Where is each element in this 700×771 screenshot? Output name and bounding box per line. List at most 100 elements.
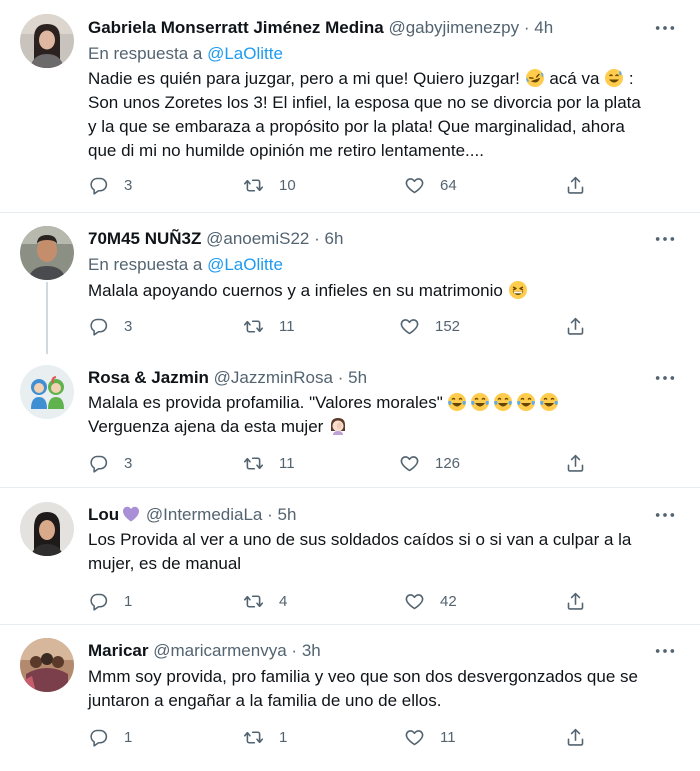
tweet-text: Nadie es quién para juzgar, pero a mi qu… <box>88 67 678 163</box>
retweet-icon <box>243 175 264 196</box>
tweet-text-segment: : <box>624 69 634 88</box>
more-options-button[interactable] <box>652 17 678 39</box>
tears-of-joy-emoji <box>447 392 467 412</box>
like-button[interactable]: 11 <box>404 725 456 749</box>
reply-button[interactable]: 3 <box>88 451 132 475</box>
display-name[interactable]: 70M45 NUÑ3Z <box>88 229 201 248</box>
tweet-text-line: Nadie es quién para juzgar, pero a mi qu… <box>88 67 678 91</box>
retweet-button[interactable]: 4 <box>243 589 287 613</box>
more-options-button[interactable] <box>652 367 678 389</box>
more-icon <box>654 511 676 519</box>
tweet-text-line: que di mi no humilde opinión me retiro l… <box>88 141 484 160</box>
like-count: 126 <box>435 454 461 472</box>
tweet-header: 70M45 NUÑ3Z @anoemiS22 · 6h <box>88 228 650 250</box>
share-button[interactable] <box>565 314 586 338</box>
avatar[interactable] <box>20 638 74 692</box>
reply-button[interactable]: 1 <box>88 589 132 613</box>
retweet-icon <box>243 453 264 474</box>
reply-button[interactable]: 1 <box>88 725 132 749</box>
separator-dot: · <box>314 229 320 248</box>
reply-icon <box>88 316 109 337</box>
display-name[interactable]: Maricar <box>88 641 148 660</box>
timestamp[interactable]: 3h <box>302 641 321 660</box>
tweet[interactable]: Gabriela Monserratt Jiménez Medina @gaby… <box>0 0 700 212</box>
like-count: 64 <box>440 176 457 194</box>
like-button[interactable]: 152 <box>399 314 460 338</box>
like-count: 152 <box>435 317 461 335</box>
avatar[interactable] <box>20 502 74 556</box>
like-button[interactable]: 42 <box>404 589 457 613</box>
timestamp[interactable]: 5h <box>348 368 367 387</box>
retweet-count: 1 <box>279 728 288 746</box>
user-handle[interactable]: @anoemiS22 <box>206 229 309 248</box>
tweet-text: Malala es provida profamilia. "Valores m… <box>88 391 678 439</box>
share-button[interactable] <box>565 451 586 475</box>
reply-icon <box>88 591 109 612</box>
timestamp[interactable]: 4h <box>534 18 553 37</box>
reply-mention-link[interactable]: @LaOlitte <box>207 255 283 274</box>
retweet-button[interactable]: 1 <box>243 725 287 749</box>
avatar-image <box>20 502 74 556</box>
more-options-button[interactable] <box>652 228 678 250</box>
share-button[interactable] <box>565 725 586 749</box>
retweet-count: 11 <box>279 454 295 472</box>
tears-of-joy-emoji <box>516 392 536 412</box>
retweet-icon <box>243 727 264 748</box>
reply-prefix: En respuesta a <box>88 44 208 63</box>
share-icon <box>565 453 586 474</box>
retweet-button[interactable]: 10 <box>243 173 296 197</box>
reply-mention-link[interactable]: @LaOlitte <box>207 44 283 63</box>
display-name[interactable]: Gabriela Monserratt Jiménez Medina <box>88 18 384 37</box>
separator-dot: · <box>267 505 273 524</box>
more-options-button[interactable] <box>652 504 678 526</box>
tweet[interactable]: Maricar @maricarmenvya · 3h Mmm soy prov… <box>0 625 700 771</box>
more-icon <box>654 24 676 32</box>
like-button[interactable]: 126 <box>399 451 460 475</box>
share-button[interactable] <box>565 173 586 197</box>
avatar[interactable] <box>20 14 74 68</box>
like-icon <box>399 316 420 337</box>
rolling-on-floor-laughing-emoji <box>525 68 545 88</box>
tweet-text-segment: Verguenza ajena da esta mujer <box>88 417 329 436</box>
avatar-image <box>20 226 74 280</box>
more-icon <box>654 647 676 655</box>
user-handle[interactable]: @IntermediaLa <box>146 505 263 524</box>
tweet-header: Rosa & Jazmin @JazzminRosa · 5h <box>88 367 650 389</box>
user-handle[interactable]: @gabyjimenezpy <box>388 18 519 37</box>
timestamp[interactable]: 5h <box>278 505 297 524</box>
user-handle[interactable]: @maricarmenvya <box>153 641 286 660</box>
woman-facepalming-emoji <box>328 416 348 436</box>
tweet-text-line: Malala es provida profamilia. "Valores m… <box>88 391 678 415</box>
reply-button[interactable]: 3 <box>88 314 132 338</box>
tweet[interactable]: Rosa & Jazmin @JazzminRosa · 5h Malala e… <box>0 350 700 487</box>
more-options-button[interactable] <box>652 640 678 662</box>
reply-context: En respuesta a @LaOlitte <box>88 43 283 65</box>
display-name[interactable]: Rosa & Jazmin <box>88 368 209 387</box>
retweet-button[interactable]: 11 <box>243 451 295 475</box>
user-handle[interactable]: @JazzminRosa <box>214 368 333 387</box>
display-name[interactable]: Lou <box>88 505 119 524</box>
share-icon <box>565 591 586 612</box>
tweet-text-segment: Malala apoyando cuernos y a infieles en … <box>88 281 508 300</box>
tweet-text-line: Los Provida al ver a uno de sus soldados… <box>88 530 632 549</box>
grinning-sweat-emoji <box>604 68 624 88</box>
avatar[interactable] <box>20 365 74 419</box>
avatar-image <box>20 365 74 419</box>
timestamp[interactable]: 6h <box>325 229 344 248</box>
tweet-actions: 1 4 42 <box>88 589 598 613</box>
share-button[interactable] <box>565 589 586 613</box>
tweet-actions: 3 11 152 <box>88 314 598 338</box>
tweet-replies-feed: Gabriela Monserratt Jiménez Medina @gaby… <box>0 0 700 771</box>
reply-button[interactable]: 3 <box>88 173 132 197</box>
reply-icon <box>88 175 109 196</box>
retweet-count: 4 <box>279 592 288 610</box>
like-button[interactable]: 64 <box>404 173 457 197</box>
avatar[interactable] <box>20 226 74 280</box>
tweet[interactable]: Lou @IntermediaLa · 5h Los Provida al ve… <box>0 488 700 624</box>
tweet[interactable]: 70M45 NUÑ3Z @anoemiS22 · 6h En respuesta… <box>0 213 700 350</box>
retweet-button[interactable]: 11 <box>243 314 295 338</box>
avatar-image <box>20 14 74 68</box>
tweet-text-line: y la que se embaraza a propósito por la … <box>88 117 625 136</box>
retweet-count: 11 <box>279 317 295 335</box>
reply-icon <box>88 453 109 474</box>
